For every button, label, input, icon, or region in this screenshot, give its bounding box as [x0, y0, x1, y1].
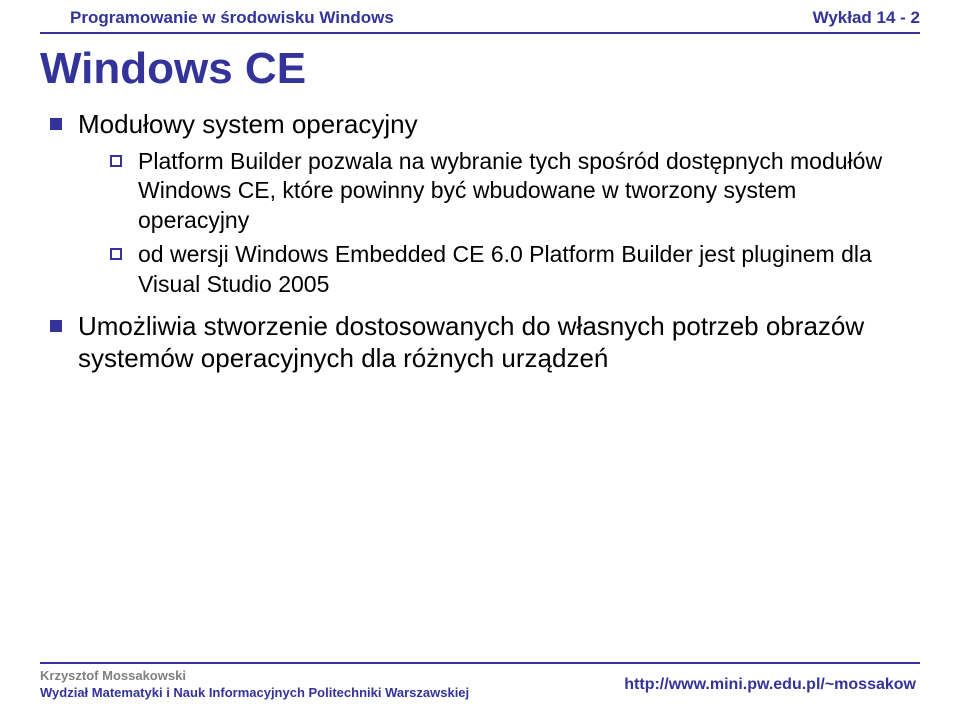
footer-divider	[40, 662, 920, 664]
bullet-item: Modułowy system operacyjny	[50, 108, 910, 141]
bullet-item: Umożliwia stworzenie dostosowanych do wł…	[50, 310, 910, 375]
filled-square-bullet-icon	[50, 320, 62, 332]
footer-author-block: Krzysztof Mossakowski Wydział Matematyki…	[40, 668, 469, 702]
filled-square-bullet-icon	[50, 118, 62, 130]
sub-bullet-text: od wersji Windows Embedded CE 6.0 Platfo…	[138, 240, 910, 300]
bullet-text: Modułowy system operacyjny	[78, 108, 418, 141]
sub-bullet-item: Platform Builder pozwala na wybranie tyc…	[110, 147, 910, 237]
slide-title: Windows CE	[40, 44, 306, 94]
sub-bullet-item: od wersji Windows Embedded CE 6.0 Platfo…	[110, 240, 910, 300]
footer-url: http://www.mini.pw.edu.pl/~mossakow	[624, 676, 916, 694]
header-subject: Programowanie w środowisku Windows	[70, 8, 394, 28]
slide-footer: Krzysztof Mossakowski Wydział Matematyki…	[40, 662, 920, 712]
slide-header: Programowanie w środowisku Windows Wykła…	[70, 8, 920, 28]
header-lecture-number: Wykład 14 - 2	[813, 8, 920, 28]
footer-author: Krzysztof Mossakowski	[40, 668, 469, 685]
sub-bullet-text: Platform Builder pozwala na wybranie tyc…	[138, 147, 910, 237]
open-square-bullet-icon	[110, 155, 122, 167]
open-square-bullet-icon	[110, 248, 122, 260]
slide-body: Modułowy system operacyjny Platform Buil…	[50, 108, 910, 381]
footer-department: Wydział Matematyki i Nauk Informacyjnych…	[40, 685, 469, 702]
sub-bullet-list: Platform Builder pozwala na wybranie tyc…	[110, 147, 910, 300]
bullet-text: Umożliwia stworzenie dostosowanych do wł…	[78, 310, 910, 375]
header-divider	[40, 32, 920, 34]
